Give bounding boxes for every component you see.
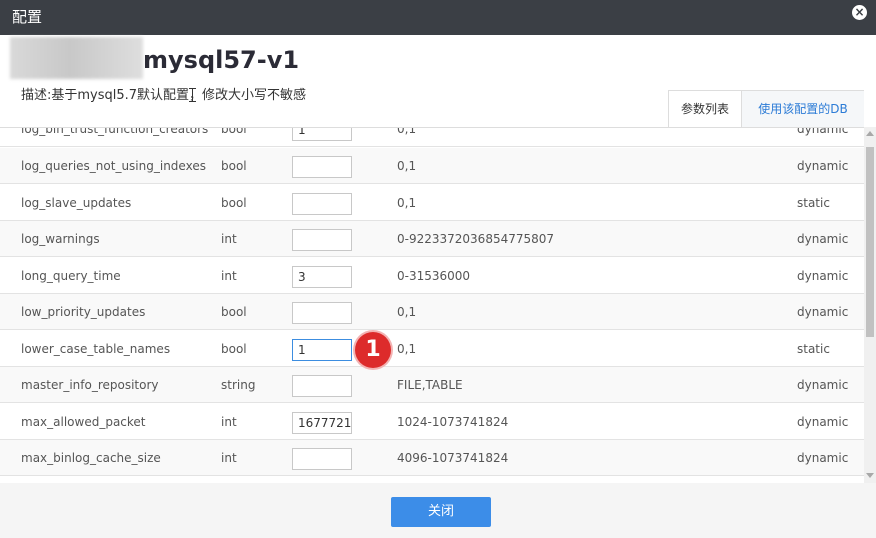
table-scrollbar[interactable] <box>864 127 876 483</box>
dialog-footer: 关闭 <box>0 483 876 538</box>
blurred-instance-prefix <box>10 37 143 79</box>
param-mode: dynamic <box>797 127 849 136</box>
param-type: bool <box>221 305 247 319</box>
param-name: log_slave_updates <box>21 196 132 210</box>
param-value-input[interactable] <box>292 229 352 251</box>
scroll-thumb[interactable] <box>866 147 874 337</box>
param-range: 0,1 <box>397 342 417 356</box>
param-mode: dynamic <box>797 269 849 283</box>
param-mode: dynamic <box>797 415 849 429</box>
param-name: low_priority_updates <box>21 305 146 319</box>
param-table: log_bin_trust_function_creators bool 1 0… <box>0 127 864 484</box>
param-mode: dynamic <box>797 378 849 392</box>
param-type: int <box>221 232 237 246</box>
scroll-down-icon[interactable] <box>866 473 874 478</box>
table-row: max_binlog_cache_size int 4096-107374182… <box>0 440 864 476</box>
table-row: master_info_repository string FILE,TABLE… <box>0 367 864 403</box>
close-icon[interactable]: × <box>852 5 867 20</box>
param-value-input[interactable]: 3 <box>292 266 352 288</box>
dialog-titlebar: 配置 × <box>0 0 876 35</box>
param-range: FILE,TABLE <box>397 378 463 392</box>
param-type: bool <box>221 196 247 210</box>
table-row: long_query_time int 3 0-31536000 dynamic <box>0 258 864 294</box>
tab-used-by-db[interactable]: 使用该配置的DB <box>742 90 864 127</box>
param-value-input[interactable]: 1677721 <box>292 412 352 434</box>
param-value-input[interactable] <box>292 448 352 470</box>
param-name: log_bin_trust_function_creators <box>21 127 209 136</box>
config-description: 描述:基于mysql5.7默认配置，修改大小写不敏感 <box>21 88 307 103</box>
param-mode: dynamic <box>797 451 849 465</box>
param-range: 0,1 <box>397 305 417 319</box>
param-range: 0-31536000 <box>397 269 471 283</box>
close-button[interactable]: 关闭 <box>391 497 491 527</box>
param-mode: static <box>797 196 830 210</box>
table-row: log_slave_updates bool 0,1 static <box>0 185 864 221</box>
param-type: int <box>221 451 237 465</box>
annotation-badge: 1 <box>355 332 391 368</box>
param-value-input[interactable]: 1 <box>292 128 352 141</box>
param-name: long_query_time <box>21 269 121 283</box>
table-row: log_warnings int 0-9223372036854775807 d… <box>0 221 864 257</box>
param-name: max_binlog_cache_size <box>21 451 161 465</box>
param-value-input[interactable] <box>292 156 352 178</box>
param-mode: dynamic <box>797 159 849 173</box>
instance-name: mysql57-v1 <box>143 46 300 74</box>
param-range: 1024-1073741824 <box>397 415 509 429</box>
param-type: int <box>221 269 237 283</box>
table-row: lower_case_table_names bool 1 0,1 static <box>0 331 864 367</box>
param-type: int <box>221 415 237 429</box>
table-row: low_priority_updates bool 0,1 dynamic <box>0 294 864 330</box>
param-type: bool <box>221 159 247 173</box>
param-name: lower_case_table_names <box>21 342 171 356</box>
param-name: log_warnings <box>21 232 100 246</box>
param-name: log_queries_not_using_indexes <box>21 159 206 173</box>
table-row: max_allowed_packet int 1677721 1024-1073… <box>0 404 864 440</box>
param-value-input[interactable]: 1 <box>292 339 352 361</box>
param-name: master_info_repository <box>21 378 159 392</box>
param-range: 0,1 <box>397 127 417 136</box>
param-type: bool <box>221 342 247 356</box>
scroll-up-icon[interactable] <box>866 131 874 136</box>
dialog-header: mysql57-v1 描述:基于mysql5.7默认配置，修改大小写不敏感 参数… <box>0 35 876 127</box>
param-type: string <box>221 378 256 392</box>
table-row: log_queries_not_using_indexes bool 0,1 d… <box>0 148 864 184</box>
param-range: 4096-1073741824 <box>397 451 509 465</box>
param-type: bool <box>221 127 247 136</box>
param-name: max_allowed_packet <box>21 415 146 429</box>
param-value-input[interactable] <box>292 302 352 324</box>
param-value-input[interactable] <box>292 193 352 215</box>
param-range: 0,1 <box>397 159 417 173</box>
param-mode: dynamic <box>797 305 849 319</box>
param-range: 0,1 <box>397 196 417 210</box>
dialog-title: 配置 <box>12 8 43 26</box>
tab-param-list[interactable]: 参数列表 <box>668 90 742 127</box>
table-row: log_bin_trust_function_creators bool 1 0… <box>0 127 864 147</box>
param-value-input[interactable] <box>292 375 352 397</box>
text-cursor-icon <box>189 88 197 102</box>
param-mode: dynamic <box>797 232 849 246</box>
param-mode: static <box>797 342 830 356</box>
param-range: 0-9223372036854775807 <box>397 232 555 246</box>
